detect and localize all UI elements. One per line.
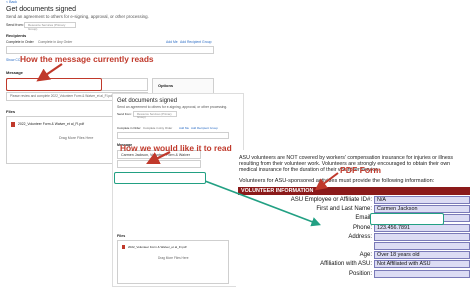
pdf-field-input[interactable] <box>374 242 470 250</box>
new-drag-files-hint: Drag More Files Here <box>158 256 189 260</box>
pdf-form-annotation: PDF Form <box>340 165 382 175</box>
add-recipient-group-link[interactable]: Add Recipient Group <box>180 40 211 44</box>
pdf-name-highlight <box>370 213 444 225</box>
desired-annotation: How we would like it to read <box>120 143 232 153</box>
current-message-highlight <box>6 78 102 91</box>
message-label: Message <box>6 70 23 75</box>
pdf-intro-line-4: Volunteers for ASU-sponsored activities … <box>239 178 435 184</box>
new-page-title: Get documents signed <box>117 98 178 104</box>
pdf-field-row <box>236 242 474 250</box>
message-preview: Please review and complete 2022_Voluntee… <box>10 94 113 98</box>
new-add-recipient-group-link[interactable]: Add Recipient Group <box>191 127 218 130</box>
new-files-dropzone[interactable]: 2022_Volunteer Form & Waiver_et al_FI.pd… <box>117 240 229 284</box>
new-files-label: Files <box>117 234 126 238</box>
pdf-field-label: Affiliation with ASU: <box>320 261 372 268</box>
pdf-section-header: VOLUNTEER INFORMATION <box>238 187 470 195</box>
complete-in-order-option[interactable]: Complete in Order <box>6 40 34 44</box>
new-message-body[interactable] <box>117 160 201 168</box>
pdf-field-row: First and Last Name: Carmen Jackson <box>236 205 474 214</box>
pdf-field-input[interactable]: N/A <box>374 196 470 204</box>
new-add-me-link[interactable]: Add Me <box>179 127 189 130</box>
pdf-field-label: Phone: <box>352 224 372 231</box>
files-label: Files <box>6 109 16 114</box>
new-page-subtitle: Send an agreement to others for e-signin… <box>117 105 228 109</box>
desired-message-highlight <box>114 172 206 184</box>
show-cc-link[interactable]: Show CC <box>6 58 20 62</box>
new-complete-in-any-order-option[interactable]: Complete in Any Order <box>143 127 172 130</box>
pdf-field-row: Affiliation with ASU: Not Affiliated with… <box>236 260 474 269</box>
pdf-field-row: ASU Employee or Affiliate ID#: N/A <box>236 196 474 204</box>
pdf-field-label: Position: <box>348 270 372 277</box>
send-from-dropdown[interactable]: Resource Services (Primary Group) <box>24 22 76 30</box>
recipients-label: Recipients <box>6 33 27 38</box>
pdf-field-list: ASU Employee or Affiliate ID#: N/A First a… <box>236 196 474 286</box>
pdf-field-row: Address: <box>236 232 474 241</box>
current-annotation: How the message currently reads <box>20 54 154 64</box>
pdf-field-input[interactable]: Over 18 years old <box>374 251 470 260</box>
pdf-field-label: Address: <box>348 233 372 240</box>
new-recipient-input[interactable] <box>117 132 229 139</box>
pdf-field-input[interactable]: Carmen Jackson <box>374 205 470 214</box>
page-title: Get documents signed <box>6 6 77 13</box>
pdf-file-icon <box>11 122 15 127</box>
pdf-field-label: First and Last Name: <box>316 206 372 213</box>
new-send-from-label: Send from: <box>117 112 132 116</box>
drag-files-hint: Drag More Files Here <box>59 136 94 140</box>
pdf-field-label: ASU Employee or Affiliate ID#: <box>290 197 372 203</box>
back-link[interactable]: < Back <box>6 0 17 5</box>
pdf-field-input[interactable] <box>374 269 470 278</box>
add-me-link[interactable]: Add Me <box>166 40 178 44</box>
pdf-field-label: Age: <box>359 252 372 259</box>
new-complete-in-order-option[interactable]: Complete in Order <box>117 127 141 130</box>
new-message-input-value: Carmen Jackson, Volunteer Form & Waiver <box>121 152 190 157</box>
new-form-panel: Get documents signed Send an agreement t… <box>112 93 244 287</box>
new-send-from-dropdown[interactable]: Resource Services (Primary Group) <box>133 111 177 119</box>
recipient-input[interactable] <box>6 46 214 54</box>
complete-in-any-order-option[interactable]: Complete in Any Order <box>38 40 72 44</box>
pdf-field-input[interactable]: Not Affiliated with ASU <box>374 260 470 269</box>
page-subtitle: Send an agreement to others for e-signin… <box>6 14 149 19</box>
new-attached-file-name: 2022_Volunteer Form & Waiver_et al_FI.pd… <box>128 245 187 249</box>
new-pdf-file-icon <box>122 245 125 249</box>
options-label: Options <box>158 83 174 88</box>
pdf-field-row: Position: <box>236 269 474 278</box>
pdf-field-row: Age: Over 18 years old <box>236 251 474 260</box>
pdf-field-input[interactable] <box>374 232 470 241</box>
send-from-label: Send from: <box>6 23 24 27</box>
attached-file-name: 2022_Volunteer Form & Waiver_et al_FI.pd… <box>18 122 85 126</box>
